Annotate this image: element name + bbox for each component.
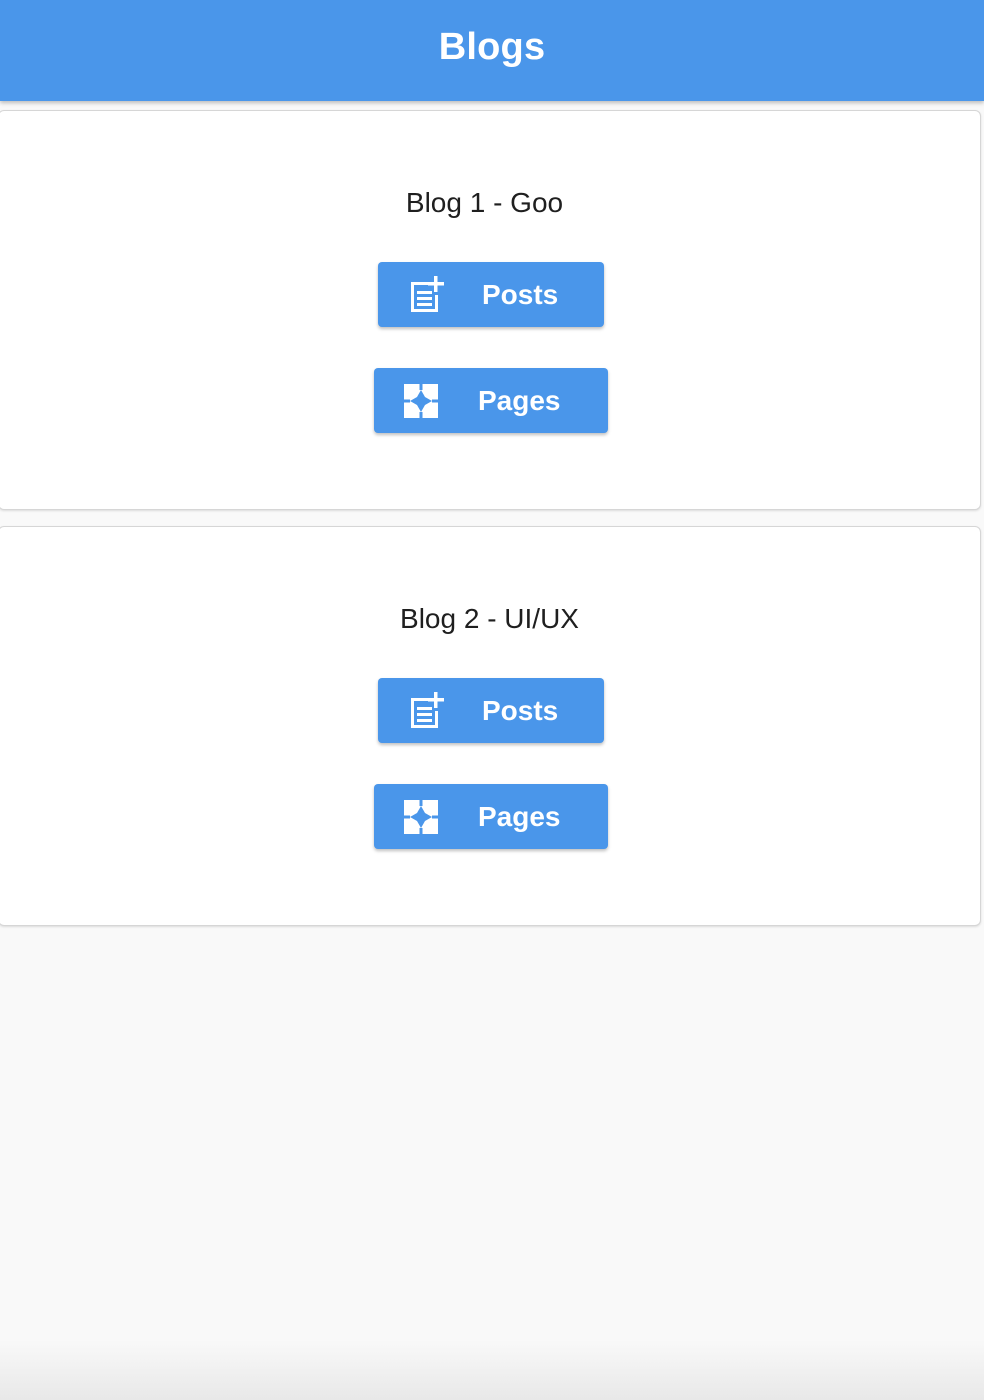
blog-title: Blog 1 - Goo — [405, 187, 564, 218]
blog-title: Blog 2 - UI/UX — [400, 603, 579, 634]
bottom-fade — [0, 1340, 984, 1400]
pages-button-label: Pages — [478, 801, 561, 832]
app-bar: Blogs — [0, 0, 984, 101]
blog-card: Blog 1 - Goo Posts Pages — [0, 110, 981, 510]
blog-card: Blog 2 - UI/UX Posts Pages — [0, 526, 981, 926]
pages-button[interactable]: Pages — [374, 368, 608, 433]
pages-icon — [401, 797, 441, 837]
pages-button-label: Pages — [478, 385, 561, 416]
post-add-icon — [405, 275, 445, 315]
post-add-icon — [405, 691, 445, 731]
posts-button-label: Posts — [482, 695, 559, 726]
pages-icon — [401, 381, 441, 421]
posts-button[interactable]: Posts — [378, 678, 604, 743]
page-title: Blogs — [438, 25, 546, 68]
posts-button-label: Posts — [482, 279, 559, 310]
posts-button[interactable]: Posts — [378, 262, 604, 327]
pages-button[interactable]: Pages — [374, 784, 608, 849]
